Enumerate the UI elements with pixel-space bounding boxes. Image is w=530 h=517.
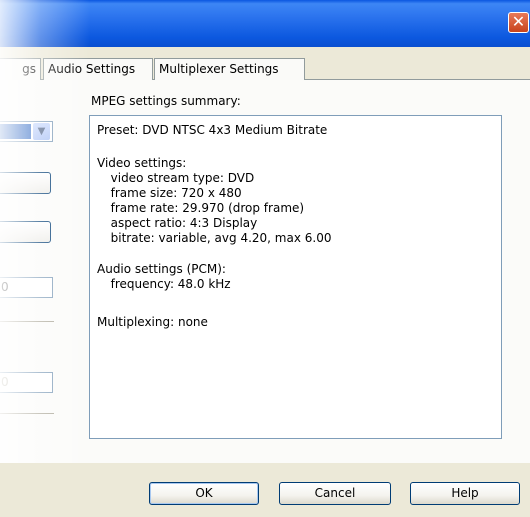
summary-line: Preset: DVD NTSC 4x3 Medium Bitrate: [97, 123, 328, 137]
left-input-1[interactable]: 0: [0, 277, 53, 298]
summary-heading: MPEG settings summary:: [91, 94, 241, 108]
help-button[interactable]: Help: [410, 482, 520, 505]
ok-button[interactable]: OK: [149, 482, 259, 505]
preset-dropdown[interactable]: ▼: [0, 121, 53, 142]
summary-line: bitrate: variable, avg 4.20, max 6.00: [103, 231, 332, 245]
cancel-button[interactable]: Cancel: [279, 482, 391, 505]
divider: [0, 413, 54, 414]
summary-line: frame size: 720 x 480: [103, 186, 242, 200]
dropdown-selection: [0, 124, 31, 139]
summary-textbox: Preset: DVD NTSC 4x3 Medium Bitrate Vide…: [89, 115, 502, 439]
dialog-window: ✕ gs Audio Settings Multiplexer Settings…: [0, 0, 530, 517]
summary-line: aspect ratio: 4:3 Display: [103, 216, 258, 230]
summary-line: Video settings:: [97, 156, 187, 170]
left-button-1[interactable]: [0, 172, 51, 194]
summary-line: Multiplexing: none: [97, 315, 208, 329]
summary-line: video stream type: DVD: [103, 171, 255, 185]
summary-line: frequency: 48.0 kHz: [103, 277, 231, 291]
summary-line: frame rate: 29.970 (drop frame): [103, 201, 305, 215]
close-icon[interactable]: ✕: [508, 12, 529, 33]
tab-multiplexer-settings[interactable]: Multiplexer Settings: [154, 58, 305, 80]
summary-line: Audio settings (PCM):: [97, 262, 226, 276]
left-input-2[interactable]: 0: [0, 372, 53, 393]
title-bar[interactable]: ✕: [0, 0, 530, 47]
left-button-2[interactable]: [0, 221, 51, 243]
divider: [0, 321, 54, 322]
chevron-down-icon[interactable]: ▼: [33, 123, 50, 140]
tab-video-settings[interactable]: gs: [0, 58, 41, 80]
tab-audio-settings[interactable]: Audio Settings: [43, 58, 153, 80]
